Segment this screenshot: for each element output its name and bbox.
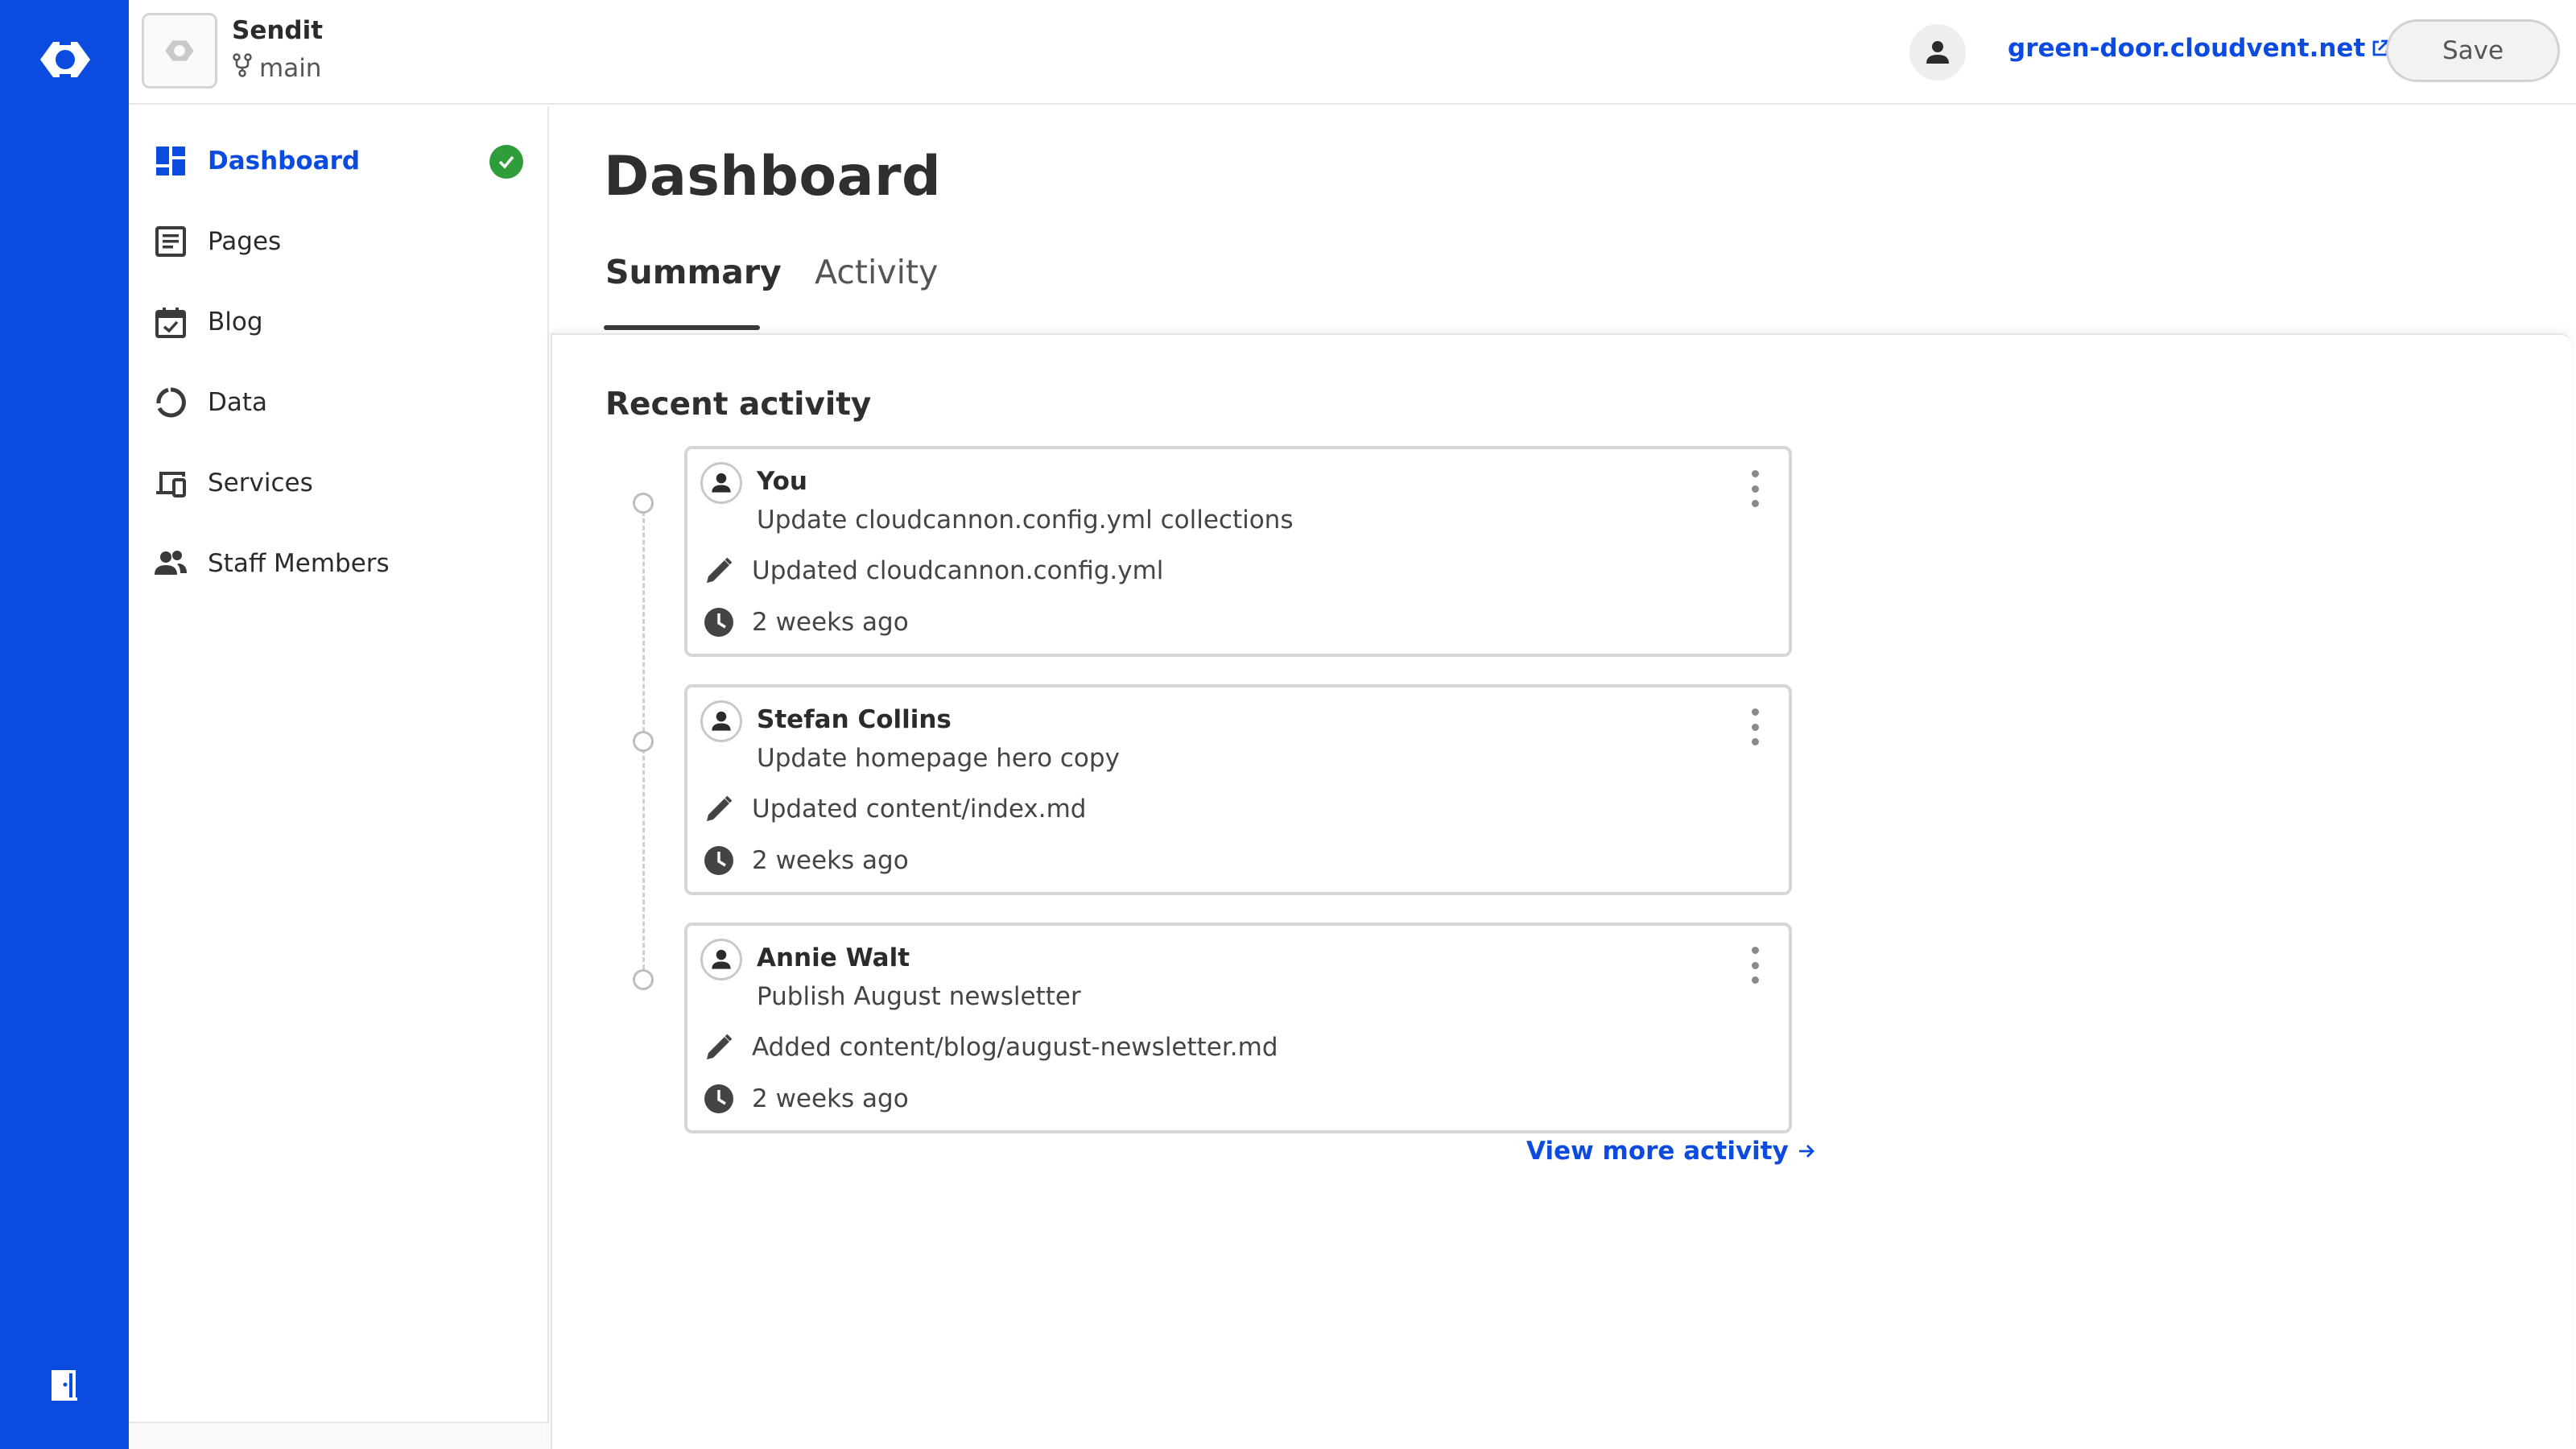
activity-time: 2 weeks ago [752,846,909,875]
pencil-icon [702,792,736,826]
timeline-dot [633,493,654,514]
cloudcannon-logo-icon[interactable] [37,37,93,82]
check-circle-icon [489,145,523,179]
activity-author: Stefan Collins [757,705,952,734]
site-name: Sendit [232,16,324,45]
activity-card[interactable]: Stefan Collins Update homepage hero copy… [684,684,1792,895]
activity-change: Updated cloudcannon.config.yml [752,556,1164,585]
activity-message: Update homepage hero copy [757,744,1120,773]
user-icon [712,949,731,969]
app-rail [0,0,129,1449]
arrow-right-icon [1798,1145,1814,1158]
clock-icon [702,1082,736,1116]
pencil-icon [702,554,736,588]
sidebar-item-pages[interactable]: Pages [153,217,523,266]
pages-icon [153,224,188,259]
activity-message: Update cloudcannon.config.yml collection… [757,506,1294,535]
tab-activity[interactable]: Activity [815,253,938,291]
branch-indicator[interactable]: main [232,53,321,84]
clock-icon [702,605,736,639]
activity-time-row: 2 weeks ago [702,605,909,639]
more-options-icon[interactable] [1745,708,1765,745]
avatar [700,462,742,504]
site-logo-icon [165,40,194,61]
sidebar-footer [129,1422,549,1449]
sidebar-item-staff-members[interactable]: Staff Members [153,539,523,588]
avatar [700,939,742,980]
timeline-dot [633,969,654,990]
branch-name: main [259,54,322,83]
user-icon [712,473,731,493]
summary-panel: Recent activity You Update cloudcannon.c… [551,333,2571,1449]
activity-time: 2 weeks ago [752,608,909,637]
site-url-text: green-door.cloudvent.net [2008,34,2366,63]
site-thumbnail[interactable] [142,13,217,89]
activity-author: Annie Walt [757,943,910,972]
more-options-icon[interactable] [1745,947,1765,984]
account-button[interactable] [1909,24,1966,80]
sidebar-item-blog[interactable]: Blog [153,298,523,346]
activity-change: Updated content/index.md [752,795,1087,824]
page-title: Dashboard [604,145,942,208]
blog-calendar-icon [153,304,188,340]
activity-time-row: 2 weeks ago [702,844,909,877]
sidebar-item-label: Pages [208,227,282,256]
sidebar-item-label: Data [208,388,268,417]
view-more-label: View more activity [1526,1137,1789,1166]
dashboard-icon [153,143,188,179]
view-more-activity-link[interactable]: View more activity [1526,1137,1816,1166]
more-options-icon[interactable] [1745,470,1765,507]
activity-message: Publish August newsletter [757,982,1081,1011]
site-url-link[interactable]: green-door.cloudvent.net [2008,34,2391,63]
activity-time: 2 weeks ago [752,1084,909,1113]
activity-card[interactable]: You Update cloudcannon.config.yml collec… [684,446,1792,657]
avatar [700,700,742,742]
sidebar-item-label: Blog [208,308,263,336]
clock-icon [702,844,736,877]
tab-summary[interactable]: Summary [605,253,782,291]
activity-author: You [757,467,807,496]
activity-change-row: Added content/blog/august-newsletter.md [702,1030,1278,1064]
data-donut-icon [153,385,188,420]
pencil-icon [702,1030,736,1064]
activity-time-row: 2 weeks ago [702,1082,909,1116]
activity-change-row: Updated cloudcannon.config.yml [702,554,1163,588]
sidebar-item-label: Services [208,469,313,497]
save-button[interactable]: Save [2386,19,2560,82]
activity-change: Added content/blog/august-newsletter.md [752,1033,1278,1062]
exit-door-icon[interactable] [48,1368,80,1402]
services-devices-icon [153,465,188,501]
active-tab-indicator [604,325,760,330]
top-bar: Sendit main green-door.cloudvent.net Sav… [129,0,2576,105]
sidebar: Dashboard Pages Blog Data Services Staff… [129,106,549,1423]
activity-change-row: Updated content/index.md [702,792,1086,826]
section-title: Recent activity [605,386,872,423]
branch-icon [232,53,253,84]
sidebar-item-label: Dashboard [208,147,361,175]
sidebar-item-dashboard[interactable]: Dashboard [153,137,523,185]
activity-card[interactable]: Annie Walt Publish August newsletter Add… [684,923,1792,1133]
timeline-dot [633,731,654,752]
sidebar-item-data[interactable]: Data [153,378,523,427]
people-icon [153,546,188,581]
user-icon [712,711,731,731]
sidebar-item-services[interactable]: Services [153,459,523,507]
user-icon [1926,41,1949,64]
sidebar-item-label: Staff Members [208,549,390,578]
